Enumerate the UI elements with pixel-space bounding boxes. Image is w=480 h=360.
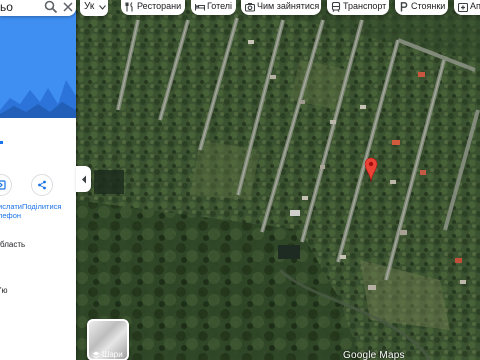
chip-label: Ресторани	[137, 1, 182, 11]
parking-icon	[400, 2, 408, 12]
chip-label: Апт	[470, 1, 480, 11]
search-box[interactable]: ьо	[0, 0, 76, 16]
chip-hotels[interactable]: Готелі	[191, 0, 236, 15]
layers-icon	[92, 351, 100, 359]
send-to-phone-icon	[0, 180, 6, 190]
language-select[interactable]: Ук	[80, 0, 108, 16]
chip-label: Транспорт	[343, 1, 387, 11]
place-hero-image[interactable]	[0, 0, 76, 118]
send-to-phone-button[interactable]	[0, 174, 12, 196]
share-button[interactable]	[31, 174, 53, 196]
pharmacy-icon	[458, 2, 468, 12]
layers-label: Шари	[102, 350, 123, 359]
info-marker-icon	[0, 141, 3, 144]
chip-things-to-do[interactable]: Чим зайнятися	[241, 0, 321, 15]
chevron-down-icon	[99, 5, 106, 10]
search-icon[interactable]	[44, 0, 58, 14]
chevron-left-icon	[81, 175, 86, 183]
chip-transit[interactable]: Транспорт	[327, 0, 389, 15]
detail-text: 'ю	[0, 286, 8, 295]
chip-parking[interactable]: Стоянки	[395, 0, 448, 15]
collapse-panel-button[interactable]	[76, 166, 91, 192]
side-panel: ьо ислати лефон Поділитися бласть 'ю	[0, 0, 76, 360]
layers-button[interactable]: Шари	[87, 319, 129, 360]
map-pin-icon[interactable]	[364, 157, 378, 183]
camera-icon	[245, 3, 255, 12]
transit-icon	[331, 2, 341, 12]
hero-mountains-illustration	[0, 80, 76, 118]
chip-label: Готелі	[207, 1, 233, 11]
region-text: бласть	[0, 240, 26, 249]
hotel-icon	[195, 4, 205, 11]
google-maps-logo: Google Maps	[343, 350, 405, 360]
chip-label: Стоянки	[411, 1, 446, 11]
maps-app: ьо ислати лефон Поділитися бласть 'ю Ук …	[0, 0, 480, 360]
language-value: Ук	[84, 1, 95, 12]
close-icon[interactable]	[63, 2, 73, 12]
share-icon	[38, 180, 46, 190]
chip-pharmacy[interactable]: Апт	[454, 0, 480, 15]
chip-restaurants[interactable]: Ресторани	[121, 0, 185, 15]
restaurant-icon	[125, 2, 133, 12]
chip-label: Чим зайнятися	[257, 1, 320, 11]
share-label[interactable]: Поділитися	[22, 202, 72, 211]
search-input[interactable]: ьо	[0, 0, 13, 14]
